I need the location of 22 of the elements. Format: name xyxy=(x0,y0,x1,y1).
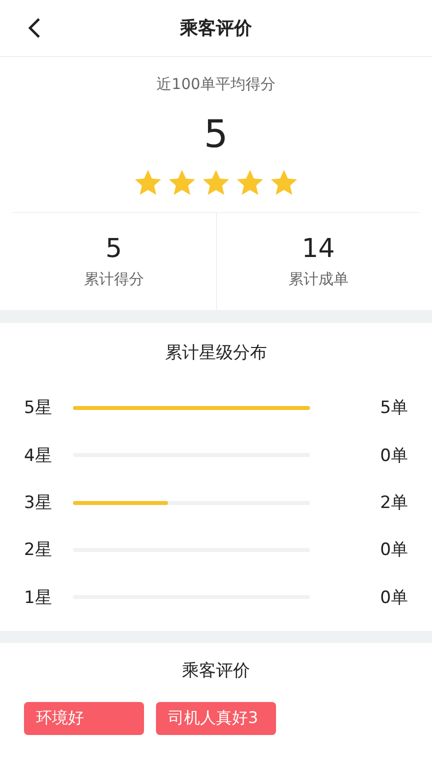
order-count: 5单 xyxy=(380,397,408,420)
comment-tag: 司机人真好3 xyxy=(156,702,276,735)
star-level-label: 2星 xyxy=(24,539,53,562)
star-level-label: 3星 xyxy=(24,492,53,514)
stat-value: 5 xyxy=(105,234,122,264)
order-count: 0单 xyxy=(380,586,408,609)
star-level-label: 5星 xyxy=(24,397,53,420)
star-level-label: 1星 xyxy=(24,586,53,609)
stat-label: 累计得分 xyxy=(84,270,144,289)
stat-value: 14 xyxy=(302,234,335,264)
average-caption: 近100单平均得分 xyxy=(156,75,276,94)
average-score: 5 xyxy=(204,112,228,156)
section-title: 累计星级分布 xyxy=(165,342,267,364)
star-level-label: 4星 xyxy=(24,444,53,467)
back-icon[interactable] xyxy=(27,17,41,39)
section-title: 乘客评价 xyxy=(182,660,250,682)
order-count: 0单 xyxy=(380,539,408,562)
comment-tag: 环境好 xyxy=(24,702,144,735)
order-count: 0单 xyxy=(380,444,408,467)
order-count: 2单 xyxy=(380,492,408,514)
page-title: 乘客评价 xyxy=(180,17,252,40)
stat-label: 累计成单 xyxy=(288,270,348,289)
